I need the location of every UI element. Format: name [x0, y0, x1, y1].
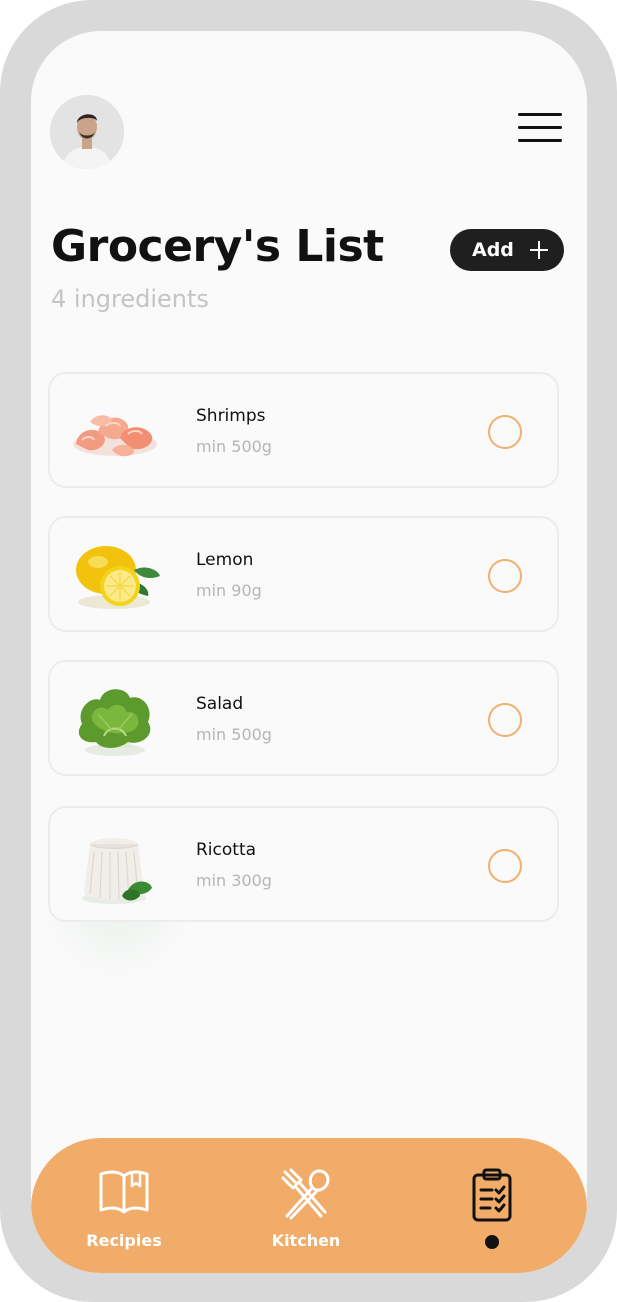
item-quantity: min 500g [196, 725, 272, 744]
item-quantity: min 300g [196, 871, 272, 890]
list-item[interactable]: Ricotta min 300g [48, 806, 559, 922]
item-name: Shrimps [196, 406, 266, 426]
list-item[interactable]: Salad min 500g [48, 660, 559, 776]
fork-spoon-icon [281, 1168, 330, 1220]
nav-item-grocery-list[interactable] [422, 1138, 562, 1273]
item-checkbox[interactable] [488, 415, 522, 449]
item-quantity: min 500g [196, 437, 272, 456]
item-checkbox[interactable] [488, 703, 522, 737]
lemon-image [76, 546, 160, 609]
bottom-navigation: Recipies Kitchen [31, 1138, 587, 1273]
nav-label-recipies: Recipies [86, 1231, 162, 1250]
add-button-label: Add [472, 239, 514, 261]
nav-item-kitchen[interactable]: Kitchen [236, 1138, 376, 1273]
item-quantity: min 90g [196, 581, 262, 600]
clipboard-checklist-icon [472, 1168, 512, 1222]
avatar-photo [50, 95, 124, 169]
list-item[interactable]: Lemon min 90g [48, 516, 559, 632]
nav-label-kitchen: Kitchen [271, 1231, 341, 1250]
salad-image [78, 689, 151, 756]
item-checkbox[interactable] [488, 559, 522, 593]
ingredient-count: 4 ingredients [51, 285, 209, 313]
active-indicator-dot [485, 1235, 499, 1249]
book-icon [99, 1170, 149, 1214]
nav-item-recipies[interactable]: Recipies [54, 1138, 194, 1273]
add-button[interactable]: Add [450, 229, 564, 271]
ricotta-image [82, 838, 152, 904]
item-name: Salad [196, 694, 244, 714]
page-title: Grocery's List [51, 221, 384, 272]
item-checkbox[interactable] [488, 849, 522, 883]
item-name: Ricotta [196, 840, 257, 860]
app-screen: Grocery's List 4 ingredients Add Shrimps… [31, 31, 587, 1273]
item-name: Lemon [196, 550, 254, 570]
phone-frame: Grocery's List 4 ingredients Add Shrimps… [0, 0, 617, 1302]
shrimps-image [73, 415, 157, 457]
list-item[interactable]: Shrimps min 500g [48, 372, 559, 488]
plus-icon [530, 241, 548, 259]
hamburger-menu-icon[interactable] [518, 113, 562, 143]
avatar[interactable] [50, 95, 124, 169]
